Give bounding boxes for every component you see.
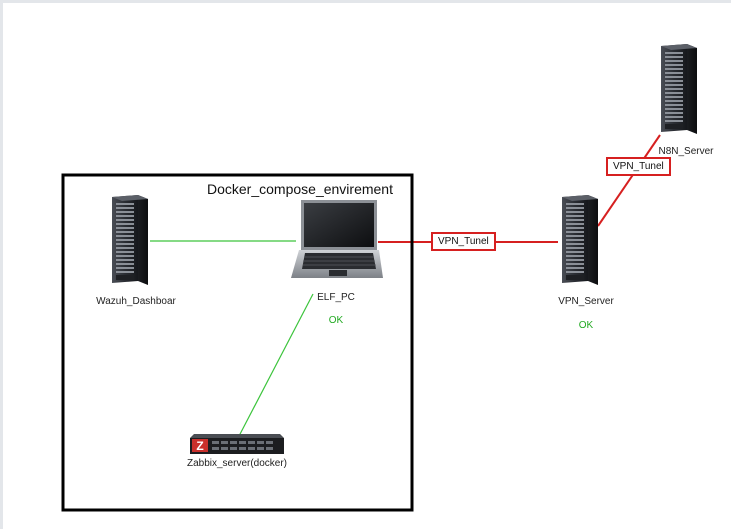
elf-pc-label: ELF_PC (317, 292, 355, 303)
wazuh-dashboard-label: Wazuh_Dashboar (96, 296, 176, 307)
n8n-server-label: N8N_Server (658, 146, 714, 157)
group-title: Docker_compose_envirement (207, 181, 393, 197)
vpn-server-status: OK (578, 320, 594, 331)
wazuh-dashboard-server-icon[interactable] (112, 195, 148, 285)
diagram-canvas: Z (61, 44, 697, 512)
zabbix-server-icon[interactable]: Z (190, 434, 284, 454)
svg-text:Z: Z (196, 439, 203, 453)
vpn-server-icon[interactable] (562, 195, 598, 285)
elf-vpn-tunnel-label[interactable]: VPN_Tunel (431, 232, 496, 251)
zabbix-server-label: Zabbix_server(docker) (186, 458, 288, 469)
link-elf-zabbix[interactable] (237, 293, 314, 439)
elf-pc-laptop-icon[interactable] (291, 200, 383, 278)
elf-pc-status: OK (328, 315, 344, 326)
link-vpn-n8n[interactable] (597, 134, 661, 227)
vpn-n8n-tunnel-label[interactable]: VPN_Tunel (606, 157, 671, 176)
vpn-server-label: VPN_Server (558, 296, 614, 307)
n8n-server-icon[interactable] (661, 44, 697, 134)
